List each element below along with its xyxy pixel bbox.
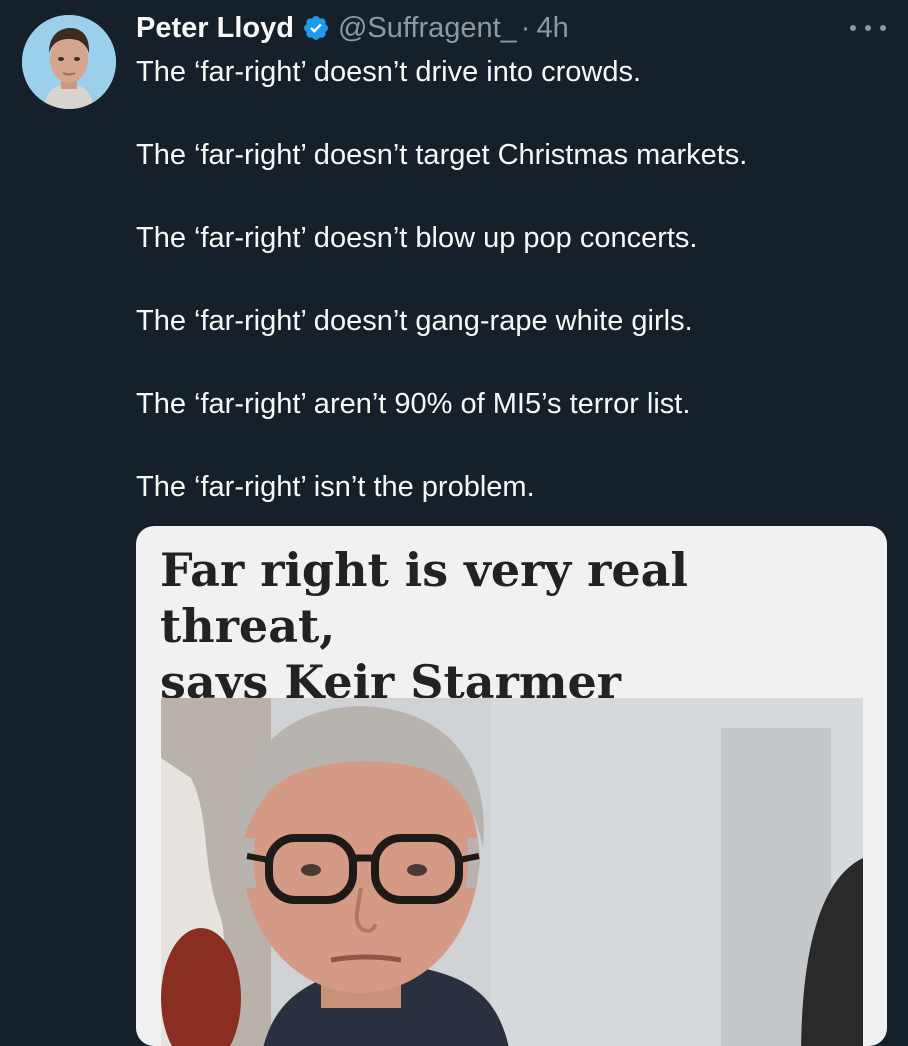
attached-image-card[interactable]: Far right is very real threat, says Keir… bbox=[136, 526, 887, 1046]
tweet-line: The ‘far-right’ doesn’t drive into crowd… bbox=[136, 56, 642, 88]
tweet: Peter Lloyd @Suffragent_ · 4h The ‘far-r… bbox=[0, 0, 908, 1046]
author-name[interactable]: Peter Lloyd bbox=[136, 12, 294, 45]
verified-badge-icon bbox=[302, 14, 330, 42]
more-options-icon[interactable] bbox=[850, 18, 886, 38]
headline-line: Far right is very real threat, bbox=[160, 543, 688, 653]
tweet-line: The ‘far-right’ doesn’t gang-rape white … bbox=[136, 305, 693, 337]
tweet-timestamp[interactable]: 4h bbox=[536, 12, 568, 45]
tweet-body: The ‘far-right’ doesn’t drive into crowd… bbox=[136, 54, 886, 552]
tweet-line: The ‘far-right’ isn’t the problem. bbox=[136, 471, 535, 503]
author-handle[interactable]: @Suffragent_ bbox=[338, 12, 517, 45]
news-photo bbox=[161, 698, 863, 1046]
tweet-line: The ‘far-right’ doesn’t target Christmas… bbox=[136, 139, 748, 171]
tweet-header: Peter Lloyd @Suffragent_ · 4h bbox=[136, 8, 569, 48]
more-dot bbox=[865, 25, 871, 31]
separator-dot: · bbox=[520, 11, 531, 44]
news-headline: Far right is very real threat, says Keir… bbox=[160, 542, 870, 710]
tweet-line: The ‘far-right’ aren’t 90% of MI5’s terr… bbox=[136, 388, 691, 420]
author-avatar[interactable] bbox=[22, 15, 116, 109]
more-dot bbox=[850, 25, 856, 31]
tweet-line: The ‘far-right’ doesn’t blow up pop conc… bbox=[136, 222, 698, 254]
avatar-photo bbox=[22, 15, 116, 109]
more-dot bbox=[880, 25, 886, 31]
